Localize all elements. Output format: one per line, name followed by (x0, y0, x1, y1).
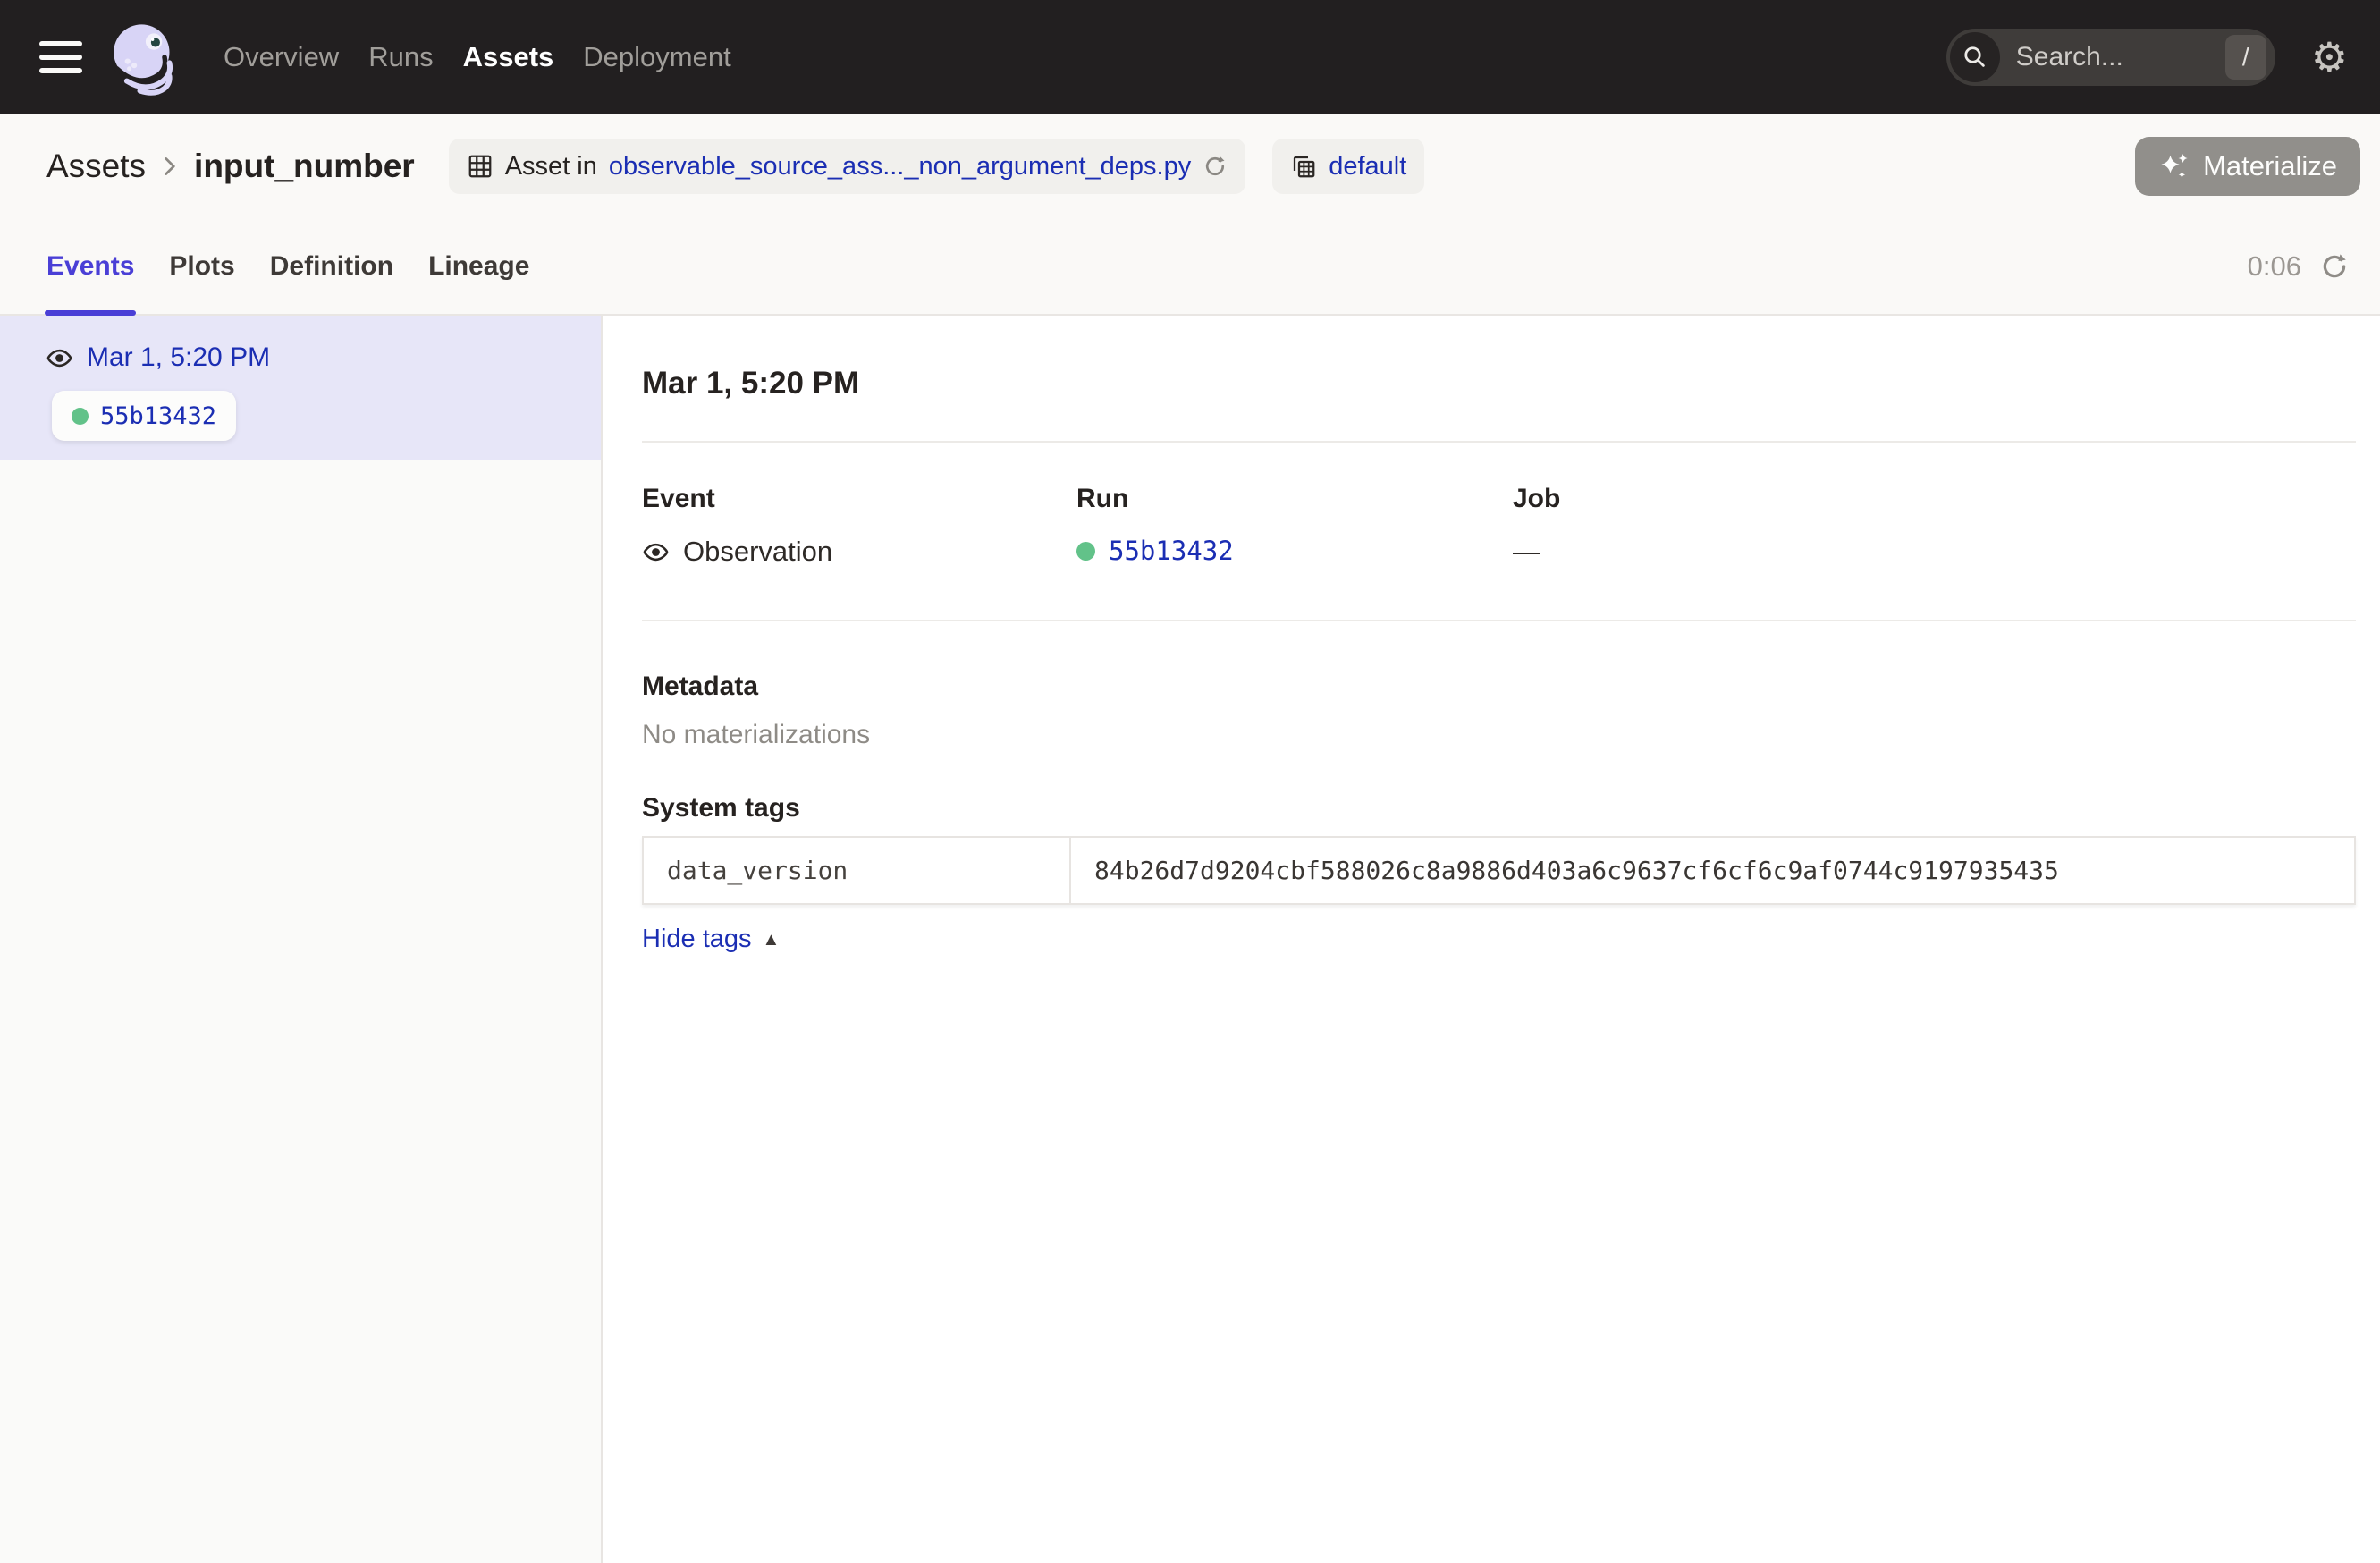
job-column: Job — (1513, 484, 2356, 568)
content-area: Mar 1, 5:20 PM 55b13432 Mar 1, 5:20 PM E… (0, 316, 2380, 1563)
job-empty-value: — (1513, 536, 1540, 568)
tab-lineage[interactable]: Lineage (426, 218, 531, 314)
run-chip[interactable]: 55b13432 (52, 391, 236, 441)
event-list-sidebar: Mar 1, 5:20 PM 55b13432 (0, 316, 603, 1563)
tag-key-cell: data_version (644, 838, 1071, 903)
materialize-label: Materialize (2203, 150, 2337, 182)
breadcrumb: Assets input_number (46, 148, 415, 185)
run-status-dot (1076, 542, 1095, 561)
run-id-link[interactable]: 55b13432 (1109, 536, 1234, 566)
search-shortcut-badge: / (2225, 35, 2266, 80)
repository-badge: default (1272, 139, 1424, 194)
chevron-right-icon (160, 153, 180, 180)
asset-file-link[interactable]: observable_source_ass..._non_argument_de… (609, 152, 1191, 182)
search-input[interactable] (2014, 41, 2225, 73)
refresh-icon[interactable] (2319, 251, 2350, 282)
asset-header-row: Assets input_number Asset in observable_… (0, 114, 2380, 218)
sparkles-icon (2158, 150, 2190, 182)
nav-overview[interactable]: Overview (224, 41, 339, 73)
metadata-heading: Metadata (642, 672, 2356, 702)
materialize-button[interactable]: Materialize (2135, 137, 2360, 196)
system-tags-heading: System tags (642, 793, 2356, 824)
divider (642, 620, 2356, 621)
run-status-dot (72, 408, 89, 425)
refresh-countdown: 0:06 (2248, 250, 2301, 283)
dagster-logo[interactable] (105, 18, 184, 97)
nav-runs[interactable]: Runs (368, 41, 433, 73)
event-summary-columns: Event Observation Run 55b13432 (642, 484, 2356, 568)
tab-events[interactable]: Events (45, 218, 136, 314)
system-tags-table: data_version 84b26d7d9204cbf588026c8a988… (642, 836, 2356, 905)
settings-gear-icon[interactable]: ⚙ (2311, 37, 2348, 78)
event-column: Event Observation (642, 484, 1076, 568)
observation-eye-icon (46, 344, 73, 372)
menu-icon[interactable] (39, 41, 82, 73)
tab-plots[interactable]: Plots (167, 218, 236, 314)
asset-badge-prefix: Asset in (505, 152, 597, 182)
asset-definition-badge: Asset in observable_source_ass..._non_ar… (449, 139, 1246, 194)
hide-tags-link[interactable]: Hide tags ▲ (642, 925, 780, 954)
search-bar[interactable]: / (1946, 29, 2275, 86)
metadata-empty-text: No materializations (642, 720, 2356, 750)
asset-tabs: Events Plots Definition Lineage (45, 218, 531, 314)
top-navigation-bar: Overview Runs Assets Deployment / ⚙ (0, 0, 2380, 114)
page-title: input_number (194, 148, 415, 185)
event-list-item[interactable]: Mar 1, 5:20 PM 55b13432 (0, 316, 601, 460)
tabs-bar: Events Plots Definition Lineage 0:06 (0, 218, 2380, 316)
run-column-label: Run (1076, 484, 1513, 514)
tag-value-cell: 84b26d7d9204cbf588026c8a9886d403a6c9637c… (1071, 838, 2354, 903)
tab-definition[interactable]: Definition (268, 218, 395, 314)
reload-definition-icon[interactable] (1203, 154, 1228, 179)
auto-refresh-control: 0:06 (2248, 218, 2350, 314)
asset-table-icon (467, 153, 494, 180)
observation-eye-icon (642, 538, 670, 566)
primary-nav: Overview Runs Assets Deployment (224, 41, 731, 73)
repository-link[interactable]: default (1329, 152, 1406, 182)
event-timestamp-link[interactable]: Mar 1, 5:20 PM (87, 342, 270, 373)
search-icon (1950, 32, 2000, 82)
octopus-logo-icon (105, 18, 184, 97)
caret-up-icon: ▲ (763, 931, 781, 949)
event-detail-panel: Mar 1, 5:20 PM Event Observation Run (603, 316, 2380, 1563)
breadcrumb-assets-link[interactable]: Assets (46, 148, 146, 185)
repository-copy-icon (1290, 153, 1317, 180)
event-title: Mar 1, 5:20 PM (642, 366, 2356, 401)
nav-assets[interactable]: Assets (463, 41, 554, 73)
nav-deployment[interactable]: Deployment (583, 41, 730, 73)
dagster-asset-page: Overview Runs Assets Deployment / ⚙ Asse… (0, 0, 2380, 1563)
event-type-value: Observation (683, 536, 832, 568)
job-column-label: Job (1513, 484, 2356, 514)
run-id: 55b13432 (100, 402, 216, 430)
divider (642, 441, 2356, 443)
run-column: Run 55b13432 (1076, 484, 1513, 568)
active-tab-underline (45, 310, 136, 316)
event-column-label: Event (642, 484, 1076, 514)
